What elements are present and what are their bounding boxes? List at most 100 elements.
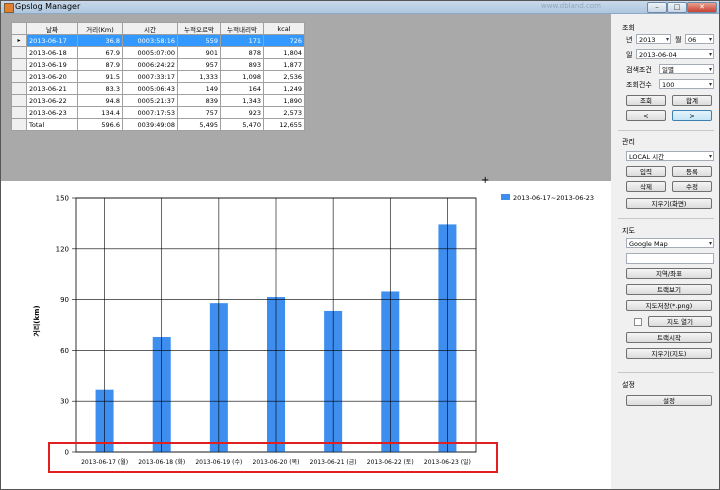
input-button[interactable]: 입력 xyxy=(626,166,666,177)
table-row[interactable]: ▸ 2013-06-17 36.8 0003:58:16 559 171 726 xyxy=(11,34,305,47)
row-header[interactable] xyxy=(11,46,27,59)
save-map-button[interactable]: 지도저장(*.png) xyxy=(626,300,712,311)
table-row[interactable]: 2013-06-23 134.4 0007:17:53 757 923 2,573 xyxy=(11,106,305,119)
date-picker[interactable]: 2013-06-04 ▾ xyxy=(636,49,714,59)
table-cell[interactable]: 5,495 xyxy=(177,118,221,131)
month-select[interactable]: 06 ▾ xyxy=(685,34,714,44)
clear-screen-button[interactable]: 지우기(화면) xyxy=(626,198,712,209)
table-cell[interactable]: 2013-06-18 xyxy=(26,46,78,59)
count-select[interactable]: 100 ▾ xyxy=(659,79,714,89)
table-row[interactable]: 2013-06-21 83.3 0005:06:43 149 164 1,249 xyxy=(11,82,305,95)
delete-button[interactable]: 삭제 xyxy=(626,181,666,192)
table-cell[interactable]: 0006:24:22 xyxy=(122,58,178,71)
table-cell[interactable]: 2013-06-17 xyxy=(26,34,78,47)
table-cell[interactable]: 1,343 xyxy=(220,94,264,107)
table-cell[interactable]: 1,249 xyxy=(263,82,305,95)
row-header[interactable] xyxy=(11,70,27,83)
open-map-button[interactable]: 지도 열기 xyxy=(648,316,712,327)
table-cell[interactable]: 559 xyxy=(177,34,221,47)
row-header[interactable] xyxy=(11,94,27,107)
maximize-button[interactable]: □ xyxy=(667,2,687,13)
table-cell[interactable]: 1,333 xyxy=(177,70,221,83)
timezone-select[interactable]: LOCAL 시간 ▾ xyxy=(626,151,714,161)
table-cell[interactable]: 2013-06-21 xyxy=(26,82,78,95)
track-view-button[interactable]: 트랙보기 xyxy=(626,284,712,295)
table-cell[interactable]: 1,098 xyxy=(220,70,264,83)
table-row[interactable]: 2013-06-19 87.9 0006:24:22 957 893 1,877 xyxy=(11,58,305,71)
table-cell[interactable]: 0007:17:53 xyxy=(122,106,178,119)
table-row[interactable]: 2013-06-18 67.9 0005:07:00 901 878 1,804 xyxy=(11,46,305,59)
table-cell[interactable]: 36.8 xyxy=(77,34,123,47)
table-cell[interactable]: 0003:58:16 xyxy=(122,34,178,47)
table-cell[interactable]: 1,890 xyxy=(263,94,305,107)
table-cell[interactable]: 134.4 xyxy=(77,106,123,119)
settings-button[interactable]: 설정 xyxy=(626,395,712,406)
table-total-row[interactable]: Total 596.6 0039:49:08 5,495 5,470 12,655 xyxy=(11,118,305,131)
table-cell[interactable]: 757 xyxy=(177,106,221,119)
search-condition-select[interactable]: 일별 ▾ xyxy=(659,64,714,74)
table-cell[interactable]: 923 xyxy=(220,106,264,119)
table-cell[interactable]: 171 xyxy=(220,34,264,47)
table-cell[interactable]: 2013-06-22 xyxy=(26,94,78,107)
table-cell[interactable]: 2013-06-20 xyxy=(26,70,78,83)
map-provider-select[interactable]: Google Map ▾ xyxy=(626,238,714,248)
map-search-input[interactable] xyxy=(626,253,714,264)
table-cell[interactable]: 87.9 xyxy=(77,58,123,71)
row-header[interactable] xyxy=(11,82,27,95)
col-header-ascent[interactable]: 누적오르막 xyxy=(177,22,221,35)
row-header[interactable]: ▸ xyxy=(11,34,27,47)
row-header[interactable] xyxy=(11,118,27,131)
side-panel: 조회 년 2013 ▾ 월 06 ▾ 일 2013-06-04 ▾ 검색조건 일별 ▾ … xyxy=(612,14,719,489)
clear-map-button[interactable]: 지우기(지도) xyxy=(626,348,712,359)
table-cell[interactable]: 901 xyxy=(177,46,221,59)
open-map-checkbox[interactable] xyxy=(634,318,642,326)
edit-button[interactable]: 수정 xyxy=(672,181,712,192)
minimize-button[interactable]: – xyxy=(647,2,667,13)
table-cell[interactable]: 2013-06-23 xyxy=(26,106,78,119)
table-cell[interactable]: 2,536 xyxy=(263,70,305,83)
table-row[interactable]: 2013-06-20 91.5 0007:33:17 1,333 1,098 2,536 xyxy=(11,70,305,83)
table-cell[interactable]: 0005:07:00 xyxy=(122,46,178,59)
region-coord-button[interactable]: 지역/좌표 xyxy=(626,268,712,279)
table-cell[interactable]: 1,877 xyxy=(263,58,305,71)
row-header[interactable] xyxy=(11,106,27,119)
col-header-descent[interactable]: 누적내리막 xyxy=(220,22,264,35)
query-button[interactable]: 조회 xyxy=(626,95,666,106)
table-cell[interactable]: 2013-06-19 xyxy=(26,58,78,71)
register-button[interactable]: 등록 xyxy=(672,166,712,177)
table-cell[interactable]: 0007:33:17 xyxy=(122,70,178,83)
total-button[interactable]: 합계 xyxy=(672,95,712,106)
table-cell[interactable]: 0005:21:37 xyxy=(122,94,178,107)
data-grid[interactable]: 날짜 거리(Km) 시간 누적오르막 누적내리막 kcal ▸ 2013-06-1… xyxy=(11,22,305,131)
table-cell[interactable]: 726 xyxy=(263,34,305,47)
table-cell[interactable]: 149 xyxy=(177,82,221,95)
close-button[interactable]: ✕ xyxy=(687,2,717,13)
row-header[interactable] xyxy=(11,58,27,71)
table-cell[interactable]: 1,804 xyxy=(263,46,305,59)
table-cell[interactable]: 839 xyxy=(177,94,221,107)
table-cell[interactable]: 5,470 xyxy=(220,118,264,131)
table-cell[interactable]: 0005:06:43 xyxy=(122,82,178,95)
table-cell[interactable]: 91.5 xyxy=(77,70,123,83)
col-header-kcal[interactable]: kcal xyxy=(263,22,305,35)
table-cell[interactable]: 12,655 xyxy=(263,118,305,131)
year-select[interactable]: 2013 ▾ xyxy=(636,34,671,44)
table-cell[interactable]: 164 xyxy=(220,82,264,95)
next-button[interactable]: > xyxy=(672,110,712,121)
table-cell[interactable]: 878 xyxy=(220,46,264,59)
col-header-time[interactable]: 시간 xyxy=(122,22,178,35)
table-row[interactable]: 2013-06-22 94.8 0005:21:37 839 1,343 1,890 xyxy=(11,94,305,107)
table-cell[interactable]: 0039:49:08 xyxy=(122,118,178,131)
table-cell[interactable]: 957 xyxy=(177,58,221,71)
table-cell[interactable]: 596.6 xyxy=(77,118,123,131)
table-cell[interactable]: 893 xyxy=(220,58,264,71)
track-start-button[interactable]: 트랙시작 xyxy=(626,332,712,343)
table-cell[interactable]: 94.8 xyxy=(77,94,123,107)
table-cell[interactable]: 83.3 xyxy=(77,82,123,95)
col-header-date[interactable]: 날짜 xyxy=(26,22,78,35)
prev-button[interactable]: < xyxy=(626,110,666,121)
table-cell[interactable]: Total xyxy=(26,118,78,131)
col-header-distance[interactable]: 거리(Km) xyxy=(77,22,123,35)
table-cell[interactable]: 67.9 xyxy=(77,46,123,59)
table-cell[interactable]: 2,573 xyxy=(263,106,305,119)
